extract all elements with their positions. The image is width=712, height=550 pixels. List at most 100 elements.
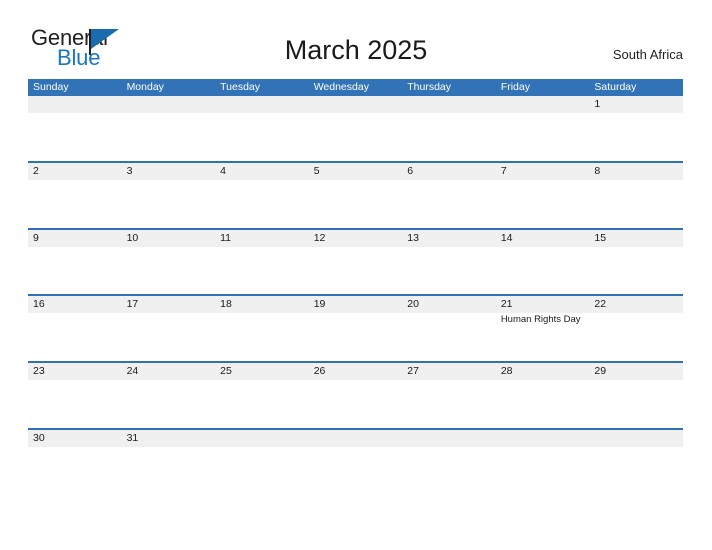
calendar-day-cell[interactable]: 27 bbox=[402, 363, 496, 380]
calendar-day-cell-empty bbox=[215, 96, 309, 113]
calendar-day-cell[interactable]: 17 bbox=[122, 296, 216, 326]
weekday-header-saturday: Saturday bbox=[594, 81, 637, 93]
weekday-header-monday: Monday bbox=[126, 81, 164, 93]
holiday-label: Human Rights Day bbox=[500, 314, 581, 326]
calendar-day-cell[interactable]: 9 bbox=[28, 230, 122, 247]
calendar-day-cell[interactable]: 13 bbox=[402, 230, 496, 247]
calendar-day-cell-empty bbox=[215, 430, 309, 447]
brand-name-blue: Blue bbox=[57, 45, 101, 70]
calendar-day-cell[interactable]: 26 bbox=[309, 363, 403, 380]
calendar-day-cell[interactable]: 1 bbox=[589, 96, 683, 113]
week-cells: 16 17 18 19 20 21 Human Rights Day 22 bbox=[28, 296, 683, 326]
calendar-week-row: 23 24 25 26 27 28 29 bbox=[28, 363, 683, 430]
day-number: 15 bbox=[594, 231, 607, 244]
calendar-day-cell[interactable]: 23 bbox=[28, 363, 122, 380]
calendar-day-cell[interactable]: 25 bbox=[215, 363, 309, 380]
calendar-week-row: 30 31 bbox=[28, 429, 683, 497]
day-number: 5 bbox=[313, 164, 320, 177]
day-number bbox=[314, 430, 403, 447]
day-number: 27 bbox=[407, 365, 419, 378]
calendar-day-cell[interactable]: 11 bbox=[215, 230, 309, 247]
week-cells: 2 3 4 5 6 7 8 bbox=[28, 163, 683, 180]
calendar-day-cell-empty bbox=[589, 430, 683, 447]
calendar-day-cell[interactable]: 12 bbox=[309, 230, 403, 247]
calendar-day-cell[interactable]: 18 bbox=[215, 296, 309, 326]
day-number bbox=[220, 430, 309, 447]
calendar-grid: Sunday Monday Tuesday Wednesday Thursday… bbox=[28, 79, 683, 497]
day-number bbox=[33, 96, 122, 113]
calendar-day-cell[interactable]: 15 bbox=[589, 230, 683, 247]
day-number bbox=[314, 96, 403, 113]
day-number: 8 bbox=[594, 164, 601, 177]
calendar-week-row: 9 10 11 12 13 14 15 bbox=[28, 229, 683, 297]
weekday-header-sunday: Sunday bbox=[33, 81, 69, 93]
weekday-header-friday: Friday bbox=[500, 81, 530, 93]
day-number bbox=[220, 96, 309, 113]
day-number bbox=[407, 430, 496, 447]
day-number bbox=[594, 430, 683, 447]
calendar-day-cell[interactable]: 2 bbox=[28, 163, 122, 180]
day-number: 21 bbox=[500, 298, 513, 311]
calendar-day-cell[interactable]: 8 bbox=[589, 163, 683, 180]
day-number: 7 bbox=[500, 164, 507, 177]
day-number: 11 bbox=[220, 231, 232, 244]
calendar-day-cell[interactable]: 29 bbox=[589, 363, 683, 380]
calendar-day-cell-empty bbox=[496, 96, 590, 113]
day-number: 2 bbox=[33, 164, 39, 177]
day-number: 1 bbox=[594, 98, 601, 110]
weekday-header-thursday: Thursday bbox=[407, 81, 452, 93]
week-cells: 23 24 25 26 27 28 29 bbox=[28, 363, 683, 380]
day-number: 23 bbox=[33, 365, 45, 378]
day-number bbox=[407, 96, 496, 113]
calendar-day-cell-empty bbox=[309, 96, 403, 113]
calendar-day-cell[interactable]: 20 bbox=[402, 296, 496, 326]
day-number: 25 bbox=[220, 365, 232, 378]
day-number bbox=[501, 96, 590, 113]
calendar-day-cell-empty bbox=[122, 96, 216, 113]
general-blue-logo[interactable]: General Blue bbox=[31, 27, 151, 71]
calendar-day-cell[interactable]: 19 bbox=[309, 296, 403, 326]
calendar-day-cell[interactable]: 21 Human Rights Day bbox=[496, 296, 590, 326]
weekday-header-tuesday: Tuesday bbox=[220, 81, 261, 93]
day-number: 3 bbox=[126, 164, 133, 177]
calendar-day-cell[interactable]: 3 bbox=[122, 163, 216, 180]
calendar-day-cell[interactable]: 30 bbox=[28, 430, 122, 447]
calendar-day-cell-empty bbox=[28, 96, 122, 113]
calendar-day-cell[interactable]: 22 bbox=[589, 296, 683, 326]
calendar-week-row: 2 3 4 5 6 7 8 bbox=[28, 162, 683, 230]
week-cells: 30 31 bbox=[28, 430, 683, 447]
calendar-week-row: 1 bbox=[28, 96, 683, 163]
calendar-day-cell[interactable]: 5 bbox=[309, 163, 403, 180]
day-number: 30 bbox=[33, 431, 45, 444]
day-number: 14 bbox=[500, 231, 513, 244]
calendar-weeks-container: 1 2 3 4 5 6 7 8 9 10 11 12 13 14 15 16 17 18 19 20 21 Human R… bbox=[28, 96, 683, 497]
week-cells: 1 bbox=[28, 96, 683, 113]
calendar-day-cell[interactable]: 4 bbox=[215, 163, 309, 180]
calendar-day-cell[interactable]: 28 bbox=[496, 363, 590, 380]
calendar-day-cell[interactable]: 14 bbox=[496, 230, 590, 247]
calendar-day-cell[interactable]: 7 bbox=[496, 163, 590, 180]
calendar-region-label: South Africa bbox=[612, 47, 683, 62]
page-header: General Blue March 2025 South Africa bbox=[0, 0, 712, 79]
calendar-month-title: March 2025 bbox=[284, 35, 428, 65]
calendar-day-cell-empty bbox=[496, 430, 590, 447]
calendar-day-cell-empty bbox=[309, 430, 403, 447]
day-number: 22 bbox=[594, 298, 607, 311]
day-number: 19 bbox=[313, 298, 326, 311]
day-number: 31 bbox=[126, 431, 139, 444]
day-events: Human Rights Day bbox=[501, 313, 590, 326]
calendar-day-cell[interactable]: 31 bbox=[122, 430, 216, 447]
calendar-week-row: 16 17 18 19 20 21 Human Rights Day 22 bbox=[28, 296, 683, 364]
calendar-day-cell[interactable]: 24 bbox=[122, 363, 216, 380]
day-number: 6 bbox=[407, 164, 414, 177]
day-number: 10 bbox=[126, 231, 139, 244]
day-number: 4 bbox=[220, 164, 226, 177]
calendar-day-cell-empty bbox=[402, 96, 496, 113]
day-number bbox=[501, 430, 590, 447]
calendar-day-cell[interactable]: 6 bbox=[402, 163, 496, 180]
calendar-day-cell[interactable]: 10 bbox=[122, 230, 216, 247]
day-number: 13 bbox=[407, 231, 419, 244]
day-number: 9 bbox=[33, 231, 39, 244]
day-number: 26 bbox=[313, 365, 326, 378]
calendar-day-cell[interactable]: 16 bbox=[28, 296, 122, 326]
